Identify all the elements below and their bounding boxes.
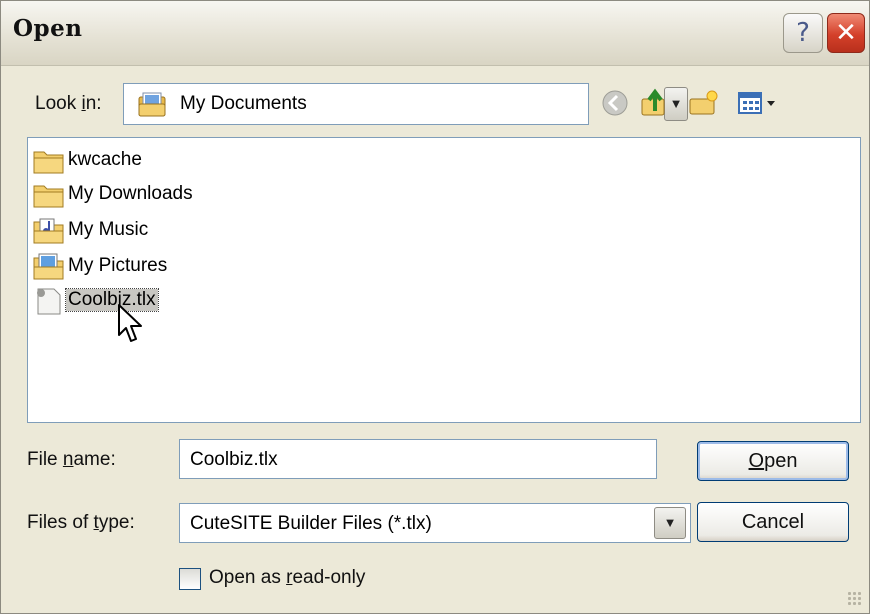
- file-icon: [37, 288, 61, 315]
- look-in-combobox[interactable]: My Documents ▼: [123, 83, 688, 125]
- file-name: My Downloads: [68, 183, 193, 204]
- file-name: My Music: [68, 219, 149, 240]
- new-folder-icon[interactable]: [685, 85, 721, 121]
- back-icon[interactable]: [597, 85, 633, 121]
- open-dialog: Open ? ✕ Look in: My Documents ▼ kwcache…: [0, 0, 870, 614]
- cancel-button[interactable]: Cancel: [697, 502, 849, 542]
- read-only-checkbox[interactable]: [179, 568, 201, 590]
- look-in-value: My Documents: [180, 93, 307, 114]
- look-in-label: Look in:: [35, 93, 102, 114]
- view-menu-icon[interactable]: [735, 85, 783, 121]
- file-name: My Pictures: [68, 255, 168, 276]
- pictures-folder-icon: [33, 253, 64, 280]
- mouse-cursor-icon: [118, 304, 142, 342]
- music-folder-icon: [33, 218, 64, 244]
- open-button[interactable]: Open: [697, 441, 849, 481]
- help-button[interactable]: ?: [783, 13, 823, 53]
- file-name-label: File name:: [27, 449, 116, 470]
- up-folder-icon[interactable]: [637, 85, 673, 121]
- window-title: Open: [13, 15, 83, 42]
- help-icon: ?: [796, 18, 810, 48]
- file-name: kwcache: [68, 149, 142, 170]
- read-only-label[interactable]: Open as read-only: [209, 567, 365, 589]
- file-type-combobox[interactable]: CuteSITE Builder Files (*.tlx) ▼: [179, 503, 691, 543]
- file-name-value: Coolbiz.tlx: [190, 449, 278, 470]
- file-type-label: Files of type:: [27, 512, 135, 533]
- chevron-down-icon: ▼: [663, 515, 677, 530]
- file-list[interactable]: kwcache My Downloads My Music My Picture…: [27, 137, 861, 423]
- file-type-value: CuteSITE Builder Files (*.tlx): [190, 513, 432, 534]
- documents-folder-icon: [138, 92, 166, 117]
- close-icon: ✕: [835, 18, 857, 48]
- file-type-dropdown-button[interactable]: ▼: [654, 507, 686, 539]
- title-bar[interactable]: Open ? ✕: [1, 1, 869, 66]
- close-button[interactable]: ✕: [827, 13, 865, 53]
- folder-icon: [33, 185, 64, 208]
- resize-grip-icon[interactable]: [847, 591, 863, 607]
- folder-icon: [33, 151, 64, 174]
- file-name-input[interactable]: Coolbiz.tlx: [179, 439, 657, 479]
